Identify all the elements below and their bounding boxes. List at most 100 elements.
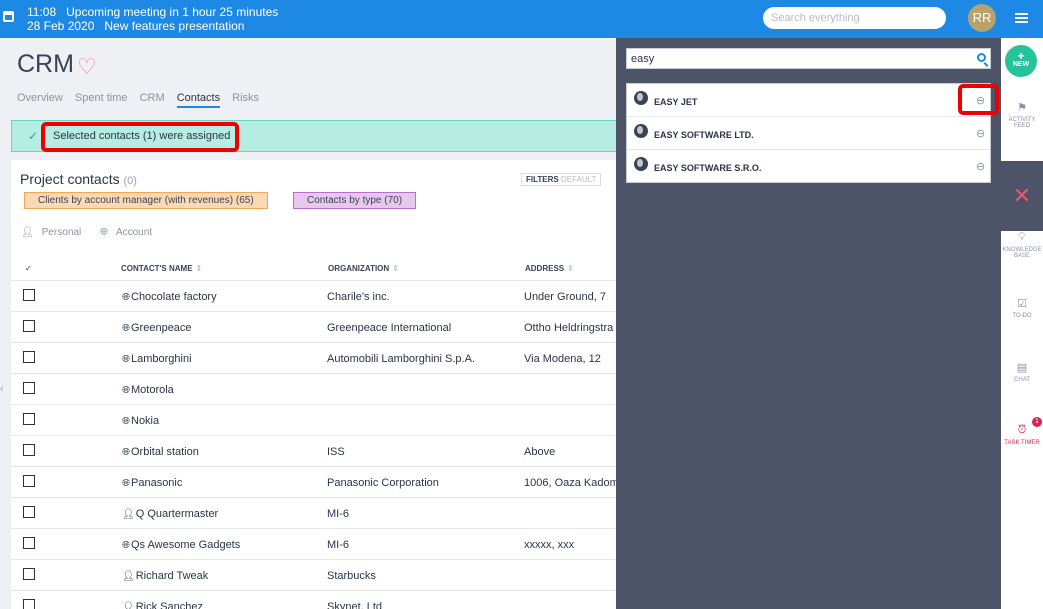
contact-name-link[interactable]: 🌐︎Chocolate factory [122,291,217,303]
row-checkbox[interactable] [23,289,35,301]
globe-icon: 🌐︎ [122,354,130,365]
row-checkbox[interactable] [23,568,35,580]
main-content: CRM ♡ Overview Spent time CRM Contacts R… [0,38,616,609]
contact-name-link[interactable]: 👤︎Rick Sanchez [122,601,203,609]
result-label: EASY SOFTWARE LTD. [654,130,754,140]
event-line[interactable]: 28 Feb 2020 New features presentation [27,19,244,33]
table-row[interactable]: 🌐︎Nokia [11,404,616,435]
contact-name-link[interactable]: 🌐︎Greenpeace [122,322,192,334]
activity-feed-button[interactable]: ⚑ ACTIVITY FEED [1001,101,1043,129]
heart-icon[interactable]: ♡ [77,54,97,80]
address-cell: xxxxx, xxx [524,539,575,551]
contact-name-link[interactable]: 🌐︎Qs Awesome Gadgets [122,539,240,551]
contact-name-link[interactable]: 🌐︎Orbital station [122,446,199,458]
person-icon: 👤︎ [122,571,135,582]
col-organization[interactable]: ORGANIZATION ⇕ [328,264,399,273]
panel-count: (0) [123,175,137,187]
table-row[interactable]: 👤︎Rick Sanchez Skynet, Ltd [11,590,616,609]
table-row[interactable]: 🌐︎Qs Awesome Gadgets MI-6 xxxxx, xxx [11,528,616,559]
row-checkbox[interactable] [23,599,35,609]
event-date: 28 Feb 2020 [27,19,95,33]
top-bar: 11:08 Upcoming meeting in 1 hour 25 minut… [0,0,1043,38]
table-row[interactable]: 🌐︎Lamborghini Automobili Lamborghini S.p.… [11,342,616,373]
row-checkbox[interactable] [23,320,35,332]
task-timer-button[interactable]: ⏰︎ TASK TIMER [1001,424,1043,446]
organization-cell: Greenpeace International [327,322,452,334]
tab-risks[interactable]: Risks [232,92,259,104]
global-search-input[interactable] [763,7,946,29]
contact-search-input[interactable] [626,48,991,69]
select-all-check[interactable]: ✓ [25,264,32,273]
result-item[interactable]: EASY JET ⊖ [627,84,990,117]
meeting-line[interactable]: 11:08 Upcoming meeting in 1 hour 25 minut… [27,5,278,19]
tab-overview[interactable]: Overview [17,92,63,104]
legend-personal[interactable]: 👤︎ Personal [21,227,89,238]
sort-icon: ⇕ [195,264,203,273]
result-item[interactable]: EASY SOFTWARE S.R.O. ⊖ [627,150,990,183]
row-checkbox[interactable] [23,413,35,425]
tag-contacts-by-type[interactable]: Contacts by type (70) [293,192,417,209]
col-address[interactable]: ADDRESS ⇕ [525,264,574,273]
page-title: CRM [17,50,74,78]
legend-account[interactable]: 🌐︎ Account [100,227,160,238]
table-row[interactable]: 🌐︎Greenpeace Greenpeace International Otth… [11,311,616,342]
avatar[interactable]: RR [968,4,996,32]
person-icon: 👤︎ [122,602,135,609]
event-text: New features presentation [104,19,245,33]
filters-button[interactable]: FILTERS DEFAULT [521,173,602,186]
row-checkbox[interactable] [23,537,35,549]
col-contact-name[interactable]: CONTACT'S NAME ⇕ [121,264,202,273]
table-row[interactable]: 🌐︎Motorola [11,373,616,404]
row-checkbox[interactable] [23,506,35,518]
table-row[interactable]: 👤︎Q Quartermaster MI-6 [11,497,616,528]
tab-bar: Overview Spent time CRM Contacts Risks [17,92,268,108]
clipboard-icon: ☑ [1017,298,1027,310]
contact-name-link[interactable]: 🌐︎Motorola [122,384,174,396]
result-item[interactable]: EASY SOFTWARE LTD. ⊖ [627,117,990,150]
meeting-time: 11:08 [27,5,57,19]
table-row[interactable]: 🌐︎Chocolate factory Charile's inc. Under G… [11,280,616,311]
globe-icon: 🌐︎ [122,416,130,427]
link-icon[interactable]: ⊖ [976,160,985,173]
table-row[interactable]: 🌐︎Panasonic Panasonic Corporation 1006, Oa… [11,466,616,497]
chevron-left-icon[interactable]: ‹ [0,383,4,395]
tab-spent-time[interactable]: Spent time [75,92,128,104]
contact-name-link[interactable]: 👤︎Q Quartermaster [122,508,218,520]
globe-icon [634,91,648,105]
tab-crm[interactable]: CRM [140,92,165,104]
menu-icon[interactable] [1015,13,1028,23]
filters-default: DEFAULT [560,175,597,184]
globe-icon: 🌐︎ [122,447,130,458]
calendar-icon[interactable] [3,11,14,22]
row-checkbox[interactable] [23,382,35,394]
table-row[interactable]: 🌐︎Orbital station ISS Above [11,435,616,466]
search-results: EASY JET ⊖ EASY SOFTWARE LTD. ⊖ EASY SOF… [626,83,991,183]
contact-name-link[interactable]: 🌐︎Nokia [122,415,159,427]
row-checkbox[interactable] [23,351,35,363]
globe-icon [634,157,648,171]
globe-icon [634,124,648,138]
highlight-box [41,122,239,152]
row-checkbox[interactable] [23,475,35,487]
address-cell: Under Ground, 7 [524,291,606,303]
close-icon[interactable]: ✕ [1001,161,1043,231]
globe-icon: 🌐︎ [122,540,130,551]
result-label: EASY JET [654,97,698,107]
table-row[interactable]: 👤︎Richard Tweak Starbucks [11,559,616,590]
tag-clients-by-manager[interactable]: Clients by account manager (with revenue… [24,192,268,209]
table-header: ✓ CONTACT'S NAME ⇕ ORGANIZATION ⇕ ADDRESS ⇕ [11,260,616,280]
person-icon: 👤︎ [122,509,135,520]
link-icon[interactable]: ⊖ [976,127,985,140]
contact-name-link[interactable]: 👤︎Richard Tweak [122,570,208,582]
knowledge-base-button[interactable]: 💡︎ KNOWLEDGE BASE [1001,231,1043,259]
contact-name-link[interactable]: 🌐︎Panasonic [122,477,182,489]
chat-button[interactable]: ▤ CHAT [1001,361,1043,383]
row-checkbox[interactable] [23,444,35,456]
new-button[interactable]: + NEW [1005,45,1037,77]
address-cell: Ottho Heldringstra [524,322,614,334]
search-icon[interactable] [977,53,986,62]
organization-cell: Charile's inc. [327,291,390,303]
tab-contacts[interactable]: Contacts [176,92,221,108]
todo-button[interactable]: ☑ TO-DO [1001,297,1043,319]
contact-name-link[interactable]: 🌐︎Lamborghini [122,353,192,365]
